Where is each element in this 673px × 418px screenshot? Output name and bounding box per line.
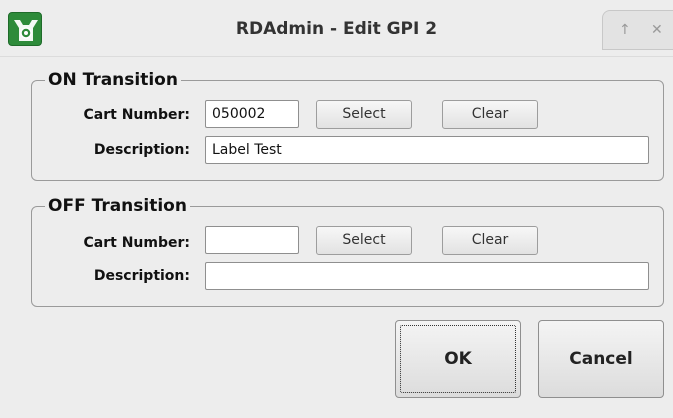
off-description-field[interactable] xyxy=(205,262,649,290)
close-icon[interactable]: ✕ xyxy=(651,22,663,38)
cancel-button[interactable]: Cancel xyxy=(538,320,664,398)
off-transition-title: OFF Transition xyxy=(45,196,190,216)
ok-button[interactable]: OK xyxy=(395,320,521,398)
window-controls: ↑ ✕ xyxy=(602,10,673,50)
off-transition-group: OFF Transition Cart Number: Select Clear… xyxy=(31,196,664,307)
ok-button-label: OK xyxy=(444,349,472,369)
on-description-label: Description: xyxy=(93,142,190,158)
off-cart-number-field[interactable] xyxy=(205,226,299,254)
on-select-button[interactable]: Select xyxy=(316,100,412,129)
on-cart-number-field[interactable]: 050002 xyxy=(205,100,299,128)
maximize-icon[interactable]: ↑ xyxy=(619,22,631,38)
title-bar[interactable]: RDAdmin - Edit GPI 2 ↑ ✕ xyxy=(0,0,673,57)
on-cart-number-label: Cart Number: xyxy=(83,107,190,123)
off-description-label: Description: xyxy=(93,268,190,284)
on-transition-title: ON Transition xyxy=(45,70,181,90)
cancel-button-label: Cancel xyxy=(569,349,633,369)
on-transition-group: ON Transition Cart Number: 050002 Select… xyxy=(31,70,664,181)
window-title: RDAdmin - Edit GPI 2 xyxy=(235,19,438,39)
on-clear-button[interactable]: Clear xyxy=(442,100,538,129)
off-clear-button[interactable]: Clear xyxy=(442,226,538,255)
off-select-button[interactable]: Select xyxy=(316,226,412,255)
off-cart-number-label: Cart Number: xyxy=(83,235,190,251)
on-description-field[interactable]: Label Test xyxy=(205,136,649,164)
